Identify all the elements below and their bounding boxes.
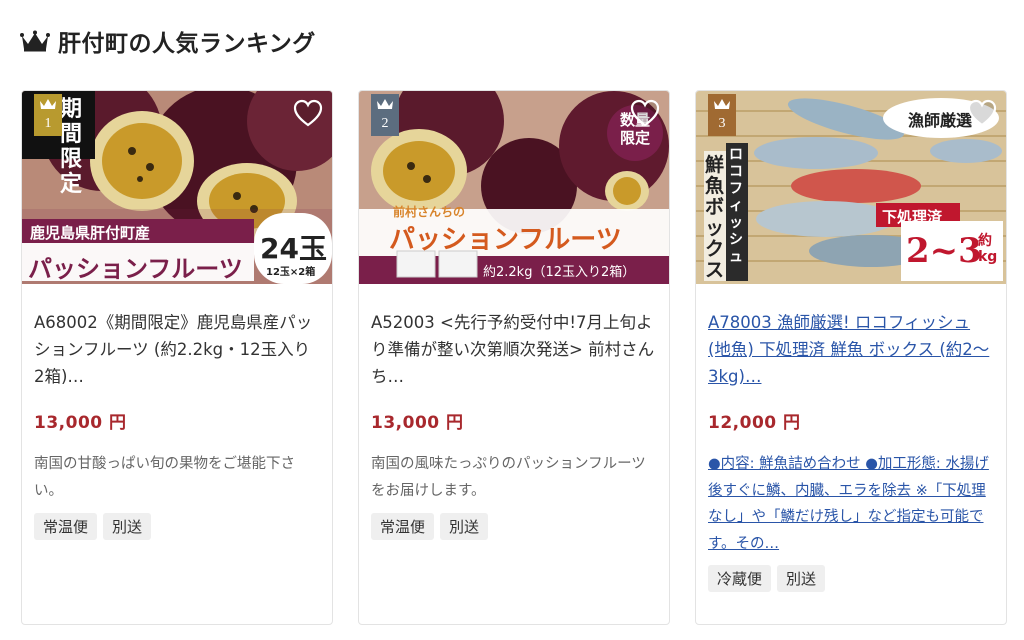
- separate-shipping-tag: 別送: [777, 565, 826, 592]
- rank-number: 3: [718, 116, 726, 131]
- product-card-3[interactable]: 漁師厳選 ロコフィッシュ 鮮魚ボックス 下処理済 2~3 約kg 3 A7800…: [695, 90, 1007, 625]
- image-weight-label: 約2.2kg（12玉入り2箱）: [483, 265, 636, 280]
- favorite-heart-icon[interactable]: [293, 99, 323, 127]
- rank-crown-icon: [40, 99, 56, 109]
- rank-number: 1: [44, 116, 52, 131]
- image-product-label: パッションフルーツ: [389, 225, 622, 255]
- product-name[interactable]: A52003 <先行予約受付中!7月上旬より準備が整い次第順次発送> 前村さんち…: [371, 309, 657, 390]
- product-name[interactable]: A68002《期間限定》鹿児島県産パッションフルーツ (約2.2kg・12玉入り…: [34, 309, 320, 390]
- image-corner-label: 漁師厳選: [908, 111, 973, 130]
- shipping-tag: 冷蔵便: [708, 565, 772, 592]
- product-description: 南国の風味たっぷりのパッションフルーツをお届けします。: [371, 456, 646, 499]
- product-image-1[interactable]: 期間限定 鹿児島県肝付町産 パッションフルーツ 24玉 12玉×2箱 1: [22, 91, 332, 284]
- image-product-label: パッションフルーツ: [28, 255, 243, 283]
- product-price: 13,000 円: [34, 413, 127, 433]
- shipping-tag: 常温便: [371, 513, 435, 540]
- favorite-heart-icon[interactable]: [967, 99, 997, 127]
- image-count-label: 24玉: [260, 232, 327, 265]
- product-image-3[interactable]: 漁師厳選 ロコフィッシュ 鮮魚ボックス 下処理済 2~3 約kg 3: [696, 91, 1006, 284]
- product-card-2[interactable]: 数量限定 前村さんちの パッションフルーツ 約2.2kg（12玉入り2箱） 2 …: [358, 90, 670, 625]
- image-origin-label: 鹿児島県肝付町産: [30, 224, 151, 242]
- product-price: 12,000 円: [708, 413, 801, 433]
- image-corner-label: 期間限定: [60, 96, 83, 197]
- product-price: 13,000 円: [371, 413, 464, 433]
- image-weight-unit: 約kg: [978, 233, 998, 265]
- rank-badge-1: 1: [34, 94, 62, 136]
- product-description: 南国の甘酸っぱい旬の果物をご堪能下さい。: [34, 456, 295, 499]
- rank-badge-3: 3: [708, 94, 736, 136]
- separate-shipping-tag: 別送: [440, 513, 489, 540]
- image-weight-range: 2~3: [906, 231, 982, 271]
- separate-shipping-tag: 別送: [103, 513, 152, 540]
- image-vertical-label-1: ロコフィッシュ: [729, 147, 743, 265]
- image-count-sub: 12玉×2箱: [266, 267, 316, 278]
- product-card-1[interactable]: 期間限定 鹿児島県肝付町産 パッションフルーツ 24玉 12玉×2箱 1 A68…: [21, 90, 333, 625]
- rank-crown-icon: [714, 99, 730, 109]
- rank-number: 2: [381, 116, 389, 131]
- product-image-2[interactable]: 数量限定 前村さんちの パッションフルーツ 約2.2kg（12玉入り2箱） 2: [359, 91, 669, 284]
- crown-icon: [20, 30, 50, 52]
- product-description-link[interactable]: ●内容: 鮮魚詰め合わせ ●加工形態: 水揚げ後すぐに鱗、内臓、エラを除去 ※「…: [708, 451, 994, 557]
- ranking-heading: 肝付町の人気ランキング: [20, 24, 316, 58]
- rank-badge-2: 2: [371, 94, 399, 136]
- favorite-heart-icon[interactable]: [630, 99, 660, 127]
- rank-crown-icon: [377, 99, 393, 109]
- product-name-link[interactable]: A78003 漁師厳選! ロコフィッシュ (地魚) 下処理済 鮮魚 ボックス (…: [708, 309, 994, 390]
- shipping-tag: 常温便: [34, 513, 98, 540]
- image-processed-label: 下処理済: [882, 208, 943, 226]
- image-vertical-label-2: 鮮魚ボックス: [705, 154, 725, 281]
- section-title: 肝付町の人気ランキング: [58, 31, 316, 57]
- image-producer-label: 前村さんちの: [393, 205, 466, 219]
